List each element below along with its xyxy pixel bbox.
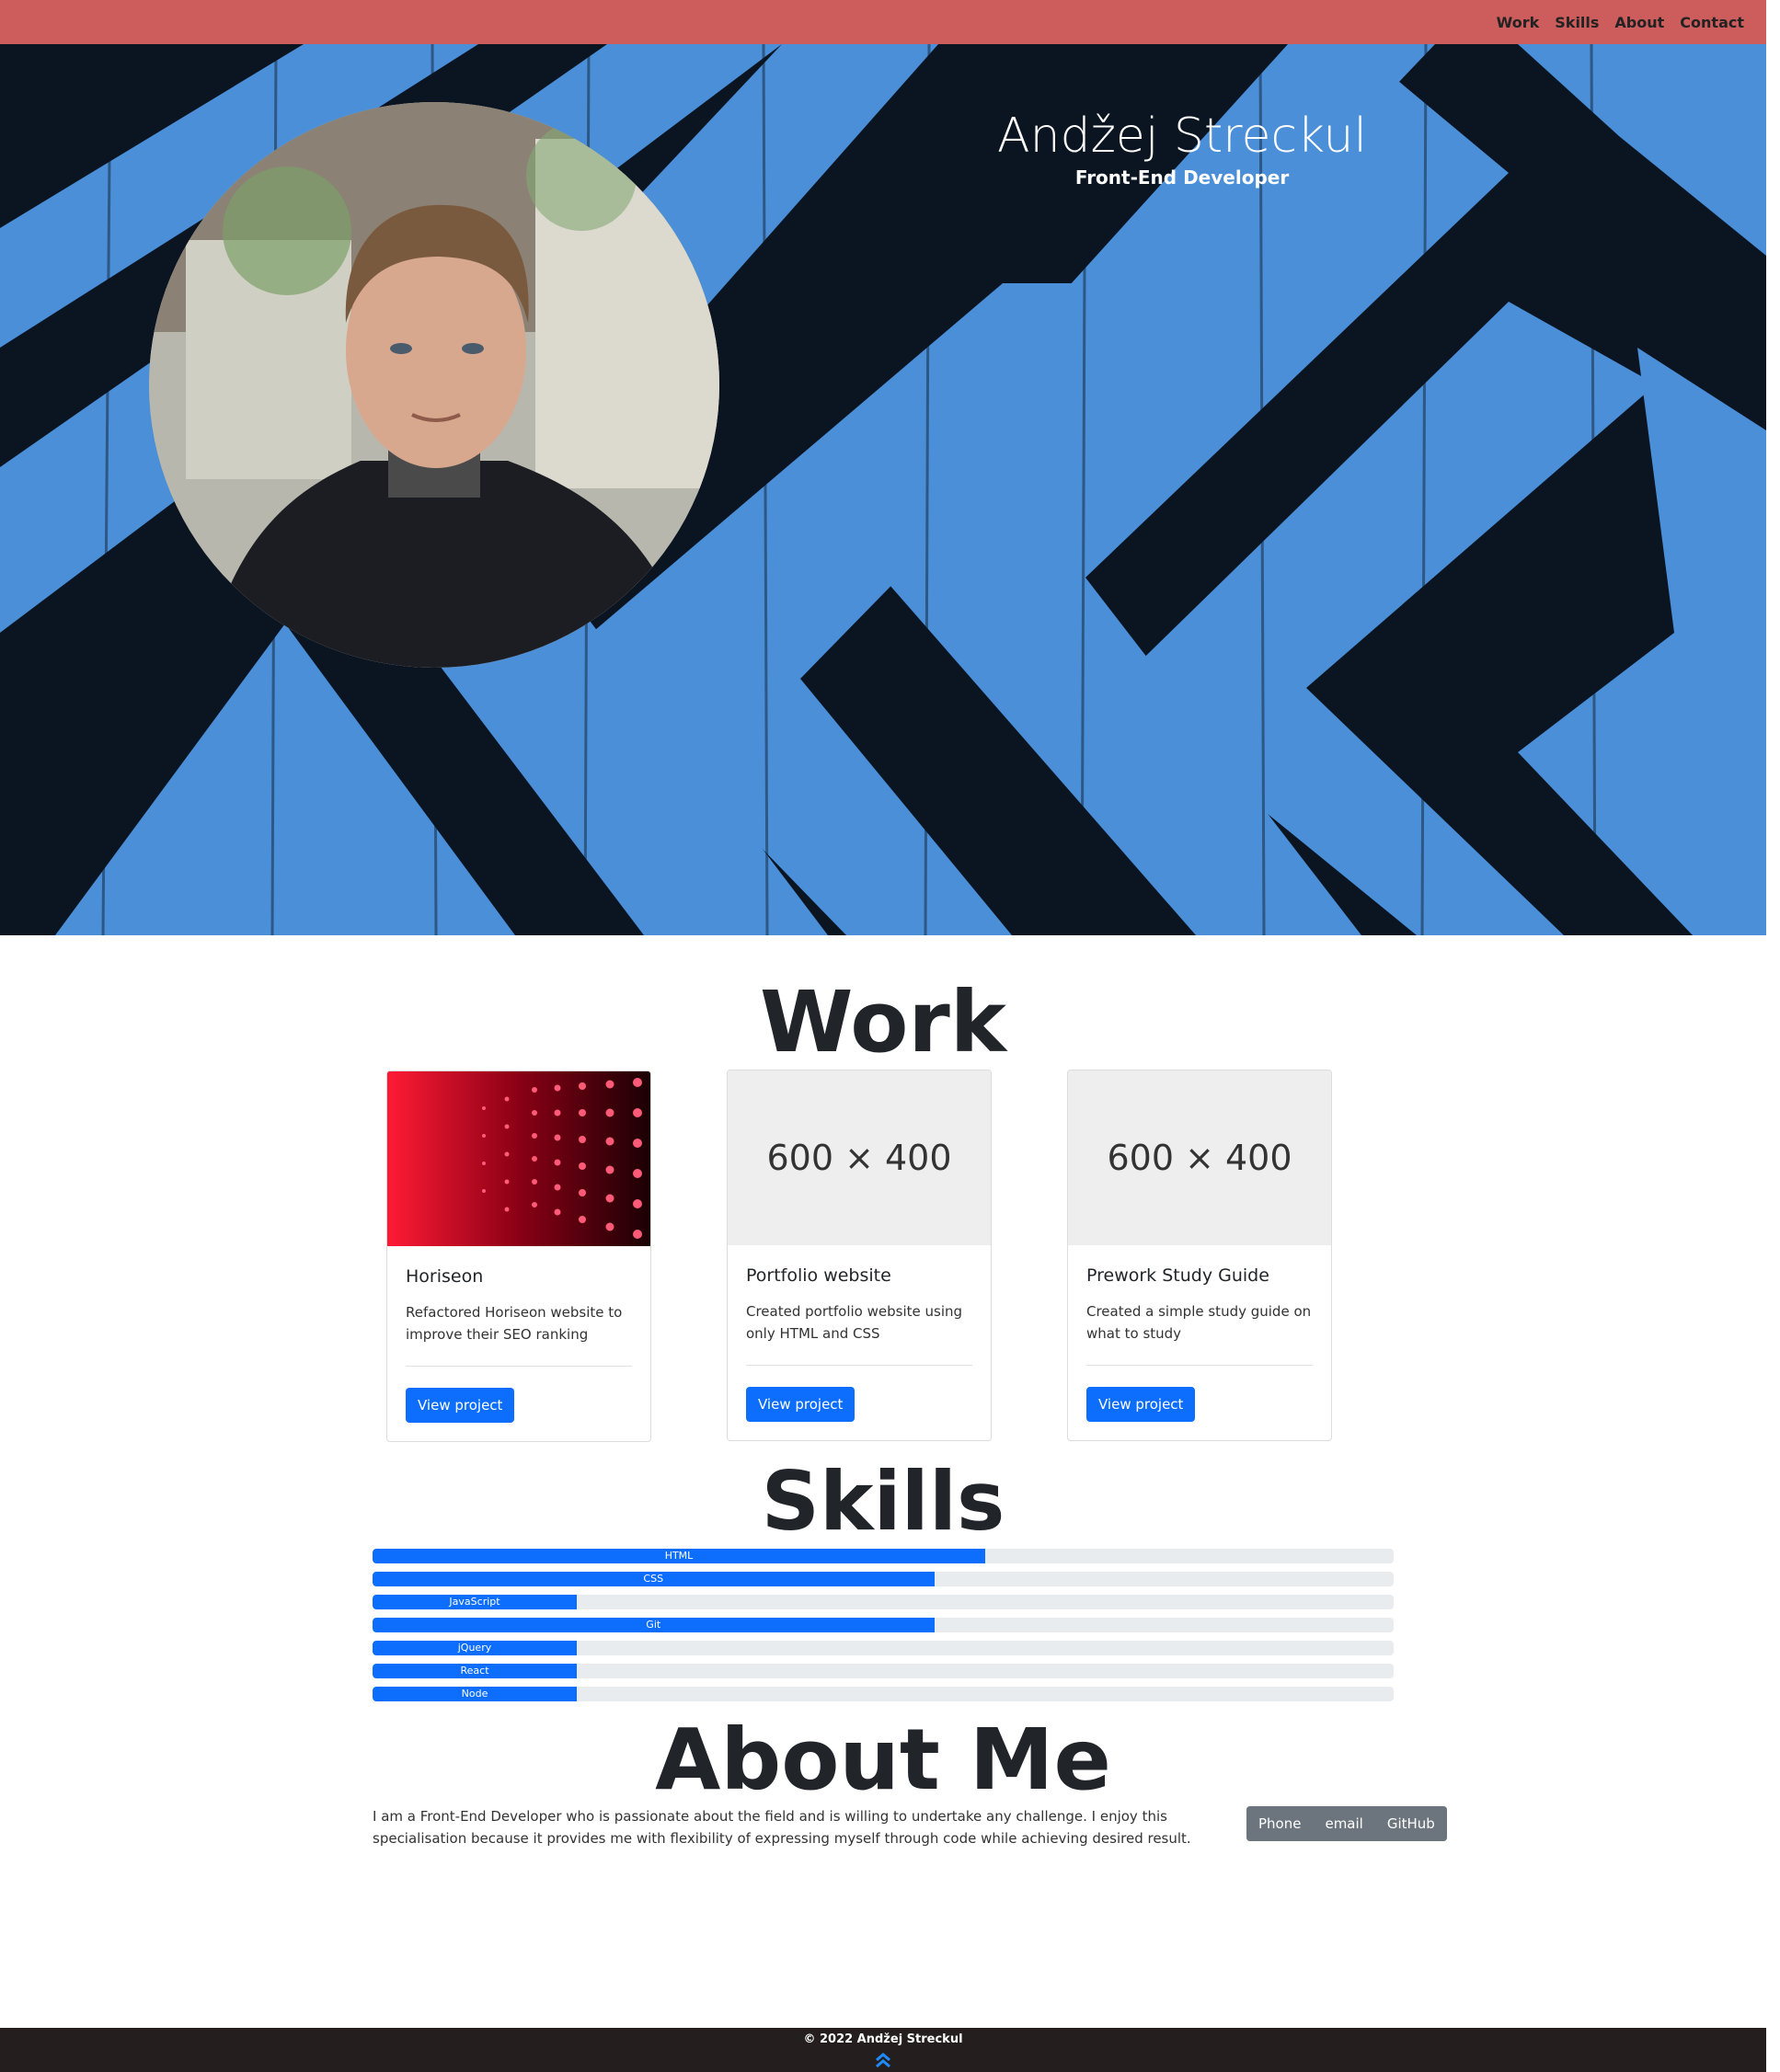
nav-link-contact[interactable]: Contact bbox=[1680, 14, 1744, 31]
contact-email-button[interactable]: email bbox=[1313, 1806, 1375, 1841]
project-description: Created portfolio website using only HTM… bbox=[746, 1303, 963, 1342]
project-title: Portfolio website bbox=[746, 1265, 891, 1286]
nav-link-work[interactable]: Work bbox=[1497, 14, 1540, 31]
profile-photo bbox=[149, 102, 719, 668]
hero-role: Front-End Developer bbox=[1074, 166, 1290, 189]
skill-bar-html: HTML bbox=[373, 1549, 1394, 1563]
skill-fill: JavaScript bbox=[373, 1595, 577, 1609]
view-project-button-portfolio[interactable]: View project bbox=[746, 1387, 856, 1422]
skill-fill: jQuery bbox=[373, 1641, 577, 1655]
person-portrait-icon bbox=[149, 102, 719, 668]
project-image-horiseon bbox=[387, 1071, 650, 1246]
work-section-title: Work bbox=[760, 973, 1006, 1071]
nav-link-skills[interactable]: Skills bbox=[1555, 14, 1599, 31]
skill-bar-react: React bbox=[373, 1664, 1394, 1678]
skill-bar-node: Node bbox=[373, 1687, 1394, 1701]
project-card-prework: 600 × 400 Prework Study Guide Created a … bbox=[1067, 1070, 1332, 1441]
project-image-placeholder: 600 × 400 bbox=[1068, 1070, 1331, 1245]
skill-fill: React bbox=[373, 1664, 577, 1678]
skill-bar-css: CSS bbox=[373, 1572, 1394, 1586]
hero-banner: Andžej Streckul Front-End Developer bbox=[0, 44, 1766, 935]
contact-github-button[interactable]: GitHub bbox=[1374, 1806, 1447, 1841]
about-text: I am a Front-End Developer who is passio… bbox=[373, 1808, 1191, 1847]
project-card-horiseon: Horiseon Refactored Horiseon website to … bbox=[386, 1070, 651, 1442]
footer-copyright: © 2022 Andžej Streckul bbox=[803, 2032, 963, 2046]
about-section-title: About Me bbox=[655, 1711, 1111, 1809]
skill-bar-git: Git bbox=[373, 1618, 1394, 1632]
page: Work Skills About Contact Andžej Strecku… bbox=[0, 0, 1766, 2072]
view-project-button-prework[interactable]: View project bbox=[1086, 1387, 1196, 1422]
skill-fill: Git bbox=[373, 1618, 935, 1632]
skills-section-title: Skills bbox=[761, 1454, 1005, 1549]
top-navbar: Work Skills About Contact bbox=[0, 0, 1766, 44]
project-card-portfolio: 600 × 400 Portfolio website Created port… bbox=[727, 1070, 992, 1441]
project-title: Horiseon bbox=[406, 1266, 484, 1287]
skill-bar-jquery: jQuery bbox=[373, 1641, 1394, 1655]
card-divider bbox=[1086, 1365, 1313, 1366]
nav-link-about[interactable]: About bbox=[1614, 14, 1664, 31]
project-description: Refactored Horiseon website to improve t… bbox=[406, 1304, 623, 1343]
led-grid-image-icon bbox=[387, 1071, 650, 1246]
skill-fill: CSS bbox=[373, 1572, 935, 1586]
skill-bar-javascript: JavaScript bbox=[373, 1595, 1394, 1609]
card-divider bbox=[746, 1365, 972, 1366]
card-divider bbox=[406, 1366, 632, 1367]
footer: © 2022 Andžej Streckul bbox=[0, 2028, 1766, 2072]
project-title: Prework Study Guide bbox=[1086, 1265, 1269, 1286]
hero-name: Andžej Streckul bbox=[997, 109, 1367, 164]
skill-fill: HTML bbox=[373, 1549, 985, 1563]
contact-button-group: Phone email GitHub bbox=[1246, 1806, 1447, 1841]
view-project-button-horiseon[interactable]: View project bbox=[406, 1388, 515, 1423]
contact-phone-button[interactable]: Phone bbox=[1246, 1806, 1314, 1841]
double-chevron-up-icon[interactable] bbox=[874, 2052, 892, 2068]
skill-fill: Node bbox=[373, 1687, 577, 1701]
project-image-placeholder: 600 × 400 bbox=[728, 1070, 991, 1245]
project-description: Created a simple study guide on what to … bbox=[1086, 1303, 1312, 1342]
